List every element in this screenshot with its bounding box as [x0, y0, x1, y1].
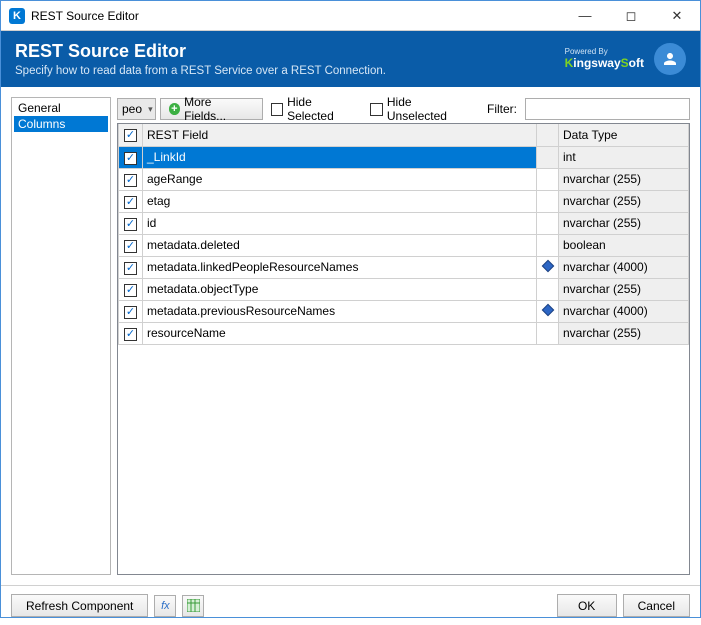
- body: General Columns peo ▾ + More Fields... H…: [1, 87, 700, 585]
- cancel-button[interactable]: Cancel: [623, 594, 690, 617]
- row-field[interactable]: _LinkId: [143, 146, 537, 168]
- brand-area: Powered By KingswaySoft: [565, 43, 686, 75]
- table-row[interactable]: ✓ageRange nvarchar (255): [119, 168, 689, 190]
- sidebar: General Columns: [11, 97, 111, 575]
- row-type[interactable]: int: [559, 146, 689, 168]
- table-row[interactable]: ✓metadata.deleted boolean: [119, 234, 689, 256]
- close-button[interactable]: ✕: [654, 1, 700, 31]
- row-checkbox[interactable]: ✓: [119, 300, 143, 322]
- source-combo-value: peo: [122, 102, 142, 116]
- table-row[interactable]: ✓metadata.objectType nvarchar (255): [119, 278, 689, 300]
- filter-input[interactable]: [525, 98, 690, 120]
- row-field[interactable]: ageRange: [143, 168, 537, 190]
- row-checkbox[interactable]: ✓: [119, 256, 143, 278]
- row-type-icon: [537, 300, 559, 322]
- row-type-icon: [537, 322, 559, 344]
- table-row[interactable]: ✓resourceName nvarchar (255): [119, 322, 689, 344]
- row-field[interactable]: id: [143, 212, 537, 234]
- table-row[interactable]: ✓metadata.linkedPeopleResourceNames nvarc…: [119, 256, 689, 278]
- header-icon: [537, 124, 559, 146]
- source-combo[interactable]: peo ▾: [117, 98, 156, 120]
- header-check-all[interactable]: ✓: [119, 124, 143, 146]
- row-checkbox[interactable]: ✓: [119, 190, 143, 212]
- row-type[interactable]: nvarchar (4000): [559, 300, 689, 322]
- more-fields-button[interactable]: + More Fields...: [160, 98, 263, 120]
- more-fields-label: More Fields...: [184, 95, 253, 123]
- row-type[interactable]: nvarchar (255): [559, 278, 689, 300]
- row-field[interactable]: etag: [143, 190, 537, 212]
- row-type[interactable]: nvarchar (255): [559, 322, 689, 344]
- row-field[interactable]: metadata.linkedPeopleResourceNames: [143, 256, 537, 278]
- grid-header-row: ✓ REST Field Data Type: [119, 124, 689, 146]
- row-checkbox[interactable]: ✓: [119, 168, 143, 190]
- brand-logo: Powered By KingswaySoft: [565, 48, 644, 70]
- main-panel: peo ▾ + More Fields... Hide Selected Hid…: [117, 97, 690, 575]
- hide-unselected-label: Hide Unselected: [387, 95, 471, 123]
- header: REST Source Editor Specify how to read d…: [1, 31, 700, 87]
- row-checkbox[interactable]: ✓: [119, 278, 143, 300]
- page-title: REST Source Editor: [15, 41, 565, 62]
- expression-button[interactable]: fx: [154, 595, 176, 617]
- row-checkbox[interactable]: ✓: [119, 234, 143, 256]
- window-buttons: — ◻ ✕: [562, 1, 700, 31]
- row-checkbox[interactable]: ✓: [119, 212, 143, 234]
- row-type-icon: [537, 256, 559, 278]
- refresh-component-button[interactable]: Refresh Component: [11, 594, 148, 617]
- row-type[interactable]: nvarchar (255): [559, 168, 689, 190]
- user-icon: [661, 50, 679, 68]
- footer: Refresh Component fx OK Cancel: [1, 585, 700, 625]
- columns-icon: [187, 599, 200, 612]
- row-type-icon: [537, 234, 559, 256]
- row-field[interactable]: metadata.previousResourceNames: [143, 300, 537, 322]
- table-row[interactable]: ✓_LinkId int: [119, 146, 689, 168]
- table-row[interactable]: ✓metadata.previousResourceNames nvarchar …: [119, 300, 689, 322]
- checkbox-icon: [271, 103, 284, 116]
- hide-selected-checkbox[interactable]: Hide Selected: [267, 95, 363, 123]
- row-field[interactable]: metadata.objectType: [143, 278, 537, 300]
- row-type-icon: [537, 146, 559, 168]
- table-row[interactable]: ✓etag nvarchar (255): [119, 190, 689, 212]
- row-type-icon: [537, 278, 559, 300]
- minimize-button[interactable]: —: [562, 1, 608, 31]
- row-type-icon: [537, 168, 559, 190]
- row-type[interactable]: nvarchar (255): [559, 212, 689, 234]
- ok-button[interactable]: OK: [557, 594, 617, 617]
- header-type[interactable]: Data Type: [559, 124, 689, 146]
- checkbox-icon: [370, 103, 383, 116]
- grid[interactable]: ✓ REST Field Data Type ✓_LinkIdint✓ageRa…: [117, 123, 690, 575]
- header-field[interactable]: REST Field: [143, 124, 537, 146]
- row-field[interactable]: metadata.deleted: [143, 234, 537, 256]
- columns-button[interactable]: [182, 595, 204, 617]
- row-checkbox[interactable]: ✓: [119, 146, 143, 168]
- window-title: REST Source Editor: [31, 9, 562, 23]
- page-subtitle: Specify how to read data from a REST Ser…: [15, 65, 565, 77]
- sidebar-item-columns[interactable]: Columns: [14, 116, 108, 132]
- avatar[interactable]: [654, 43, 686, 75]
- row-type-icon: [537, 212, 559, 234]
- fx-icon: fx: [161, 600, 170, 612]
- row-type-icon: [537, 190, 559, 212]
- maximize-button[interactable]: ◻: [608, 1, 654, 31]
- app-icon: K: [9, 8, 25, 24]
- toolbar: peo ▾ + More Fields... Hide Selected Hid…: [117, 97, 690, 121]
- hide-unselected-checkbox[interactable]: Hide Unselected: [366, 95, 475, 123]
- row-type[interactable]: boolean: [559, 234, 689, 256]
- sidebar-item-general[interactable]: General: [14, 100, 108, 116]
- chevron-down-icon: ▾: [148, 104, 153, 115]
- table-row[interactable]: ✓id nvarchar (255): [119, 212, 689, 234]
- row-type[interactable]: nvarchar (4000): [559, 256, 689, 278]
- hide-selected-label: Hide Selected: [287, 95, 358, 123]
- filter-label: Filter:: [479, 102, 521, 116]
- titlebar: K REST Source Editor — ◻ ✕: [1, 1, 700, 31]
- row-checkbox[interactable]: ✓: [119, 322, 143, 344]
- row-field[interactable]: resourceName: [143, 322, 537, 344]
- plus-icon: +: [169, 103, 180, 115]
- row-type[interactable]: nvarchar (255): [559, 190, 689, 212]
